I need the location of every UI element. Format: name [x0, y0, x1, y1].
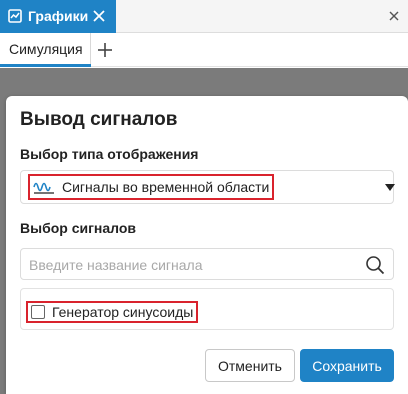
list-item[interactable]: Генератор синусоиды	[52, 304, 193, 320]
waveform-icon	[33, 182, 54, 194]
window-tab-title: Графики	[28, 8, 89, 24]
tab-simulation-label: Симуляция	[9, 41, 83, 57]
signal-output-dialog: Вывод сигналов Выбор типа отображения Си…	[6, 96, 408, 394]
save-button[interactable]: Сохранить	[300, 349, 394, 382]
tab-simulation[interactable]: Симуляция	[0, 33, 91, 67]
dialog-title: Вывод сигналов	[20, 109, 178, 130]
caret-down-icon[interactable]	[385, 184, 395, 192]
document-tab-bar: Симуляция	[0, 33, 408, 67]
window-tab-bar: Графики	[0, 0, 408, 33]
cancel-button[interactable]: Отменить	[205, 349, 295, 382]
signal-search-field[interactable]	[20, 248, 394, 280]
signal-list: Генератор синусоиды	[20, 288, 394, 330]
plus-icon[interactable]	[96, 41, 114, 59]
window-close-icon[interactable]	[388, 10, 400, 22]
signals-label: Выбор сигналов	[20, 220, 137, 236]
active-tab-indicator	[0, 64, 91, 67]
search-icon[interactable]	[365, 255, 385, 275]
display-type-label: Выбор типа отображения	[20, 146, 199, 162]
chart-app-icon	[8, 9, 22, 23]
window-tab-graphs[interactable]: Графики	[0, 0, 116, 33]
display-type-select[interactable]: Сигналы во временной области	[20, 170, 395, 204]
display-type-selected: Сигналы во временной области	[62, 179, 270, 195]
signal-search-input[interactable]	[29, 255, 349, 275]
signal-checkbox[interactable]	[31, 305, 45, 319]
close-icon[interactable]	[91, 8, 107, 24]
